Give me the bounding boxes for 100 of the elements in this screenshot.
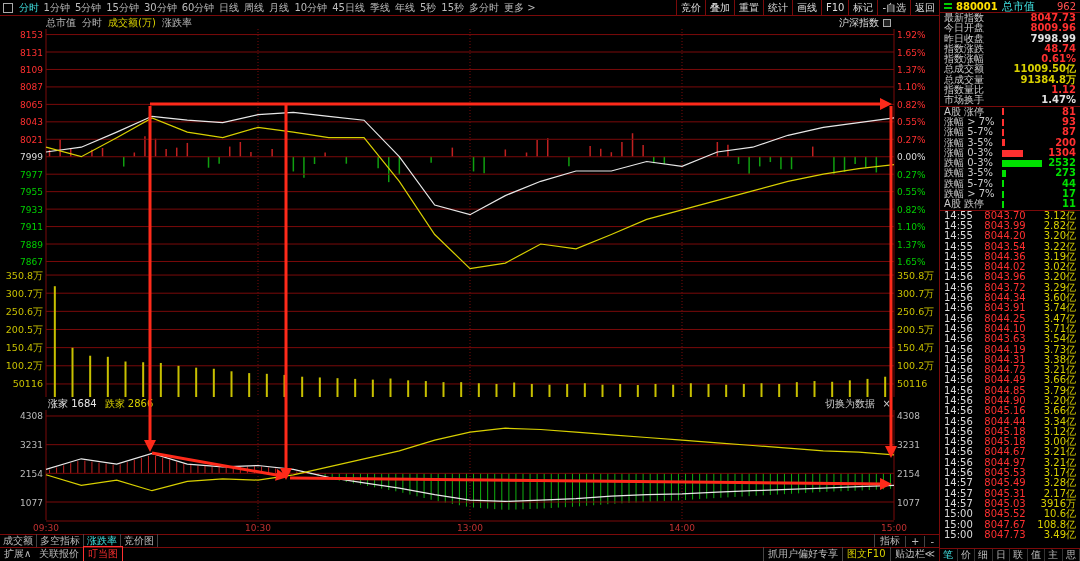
volume-bar <box>884 376 887 397</box>
volume-bar <box>230 371 233 397</box>
period-tab[interactable]: 5秒 <box>417 0 439 15</box>
tick-price: 8044.67 <box>983 447 1027 458</box>
status-button[interactable]: 抓用户偏好专享 <box>763 547 843 561</box>
period-tab[interactable]: 月线 <box>266 0 292 15</box>
axis-label: 7933 <box>20 204 43 215</box>
chart-tab[interactable]: 成交额(万) <box>108 15 156 30</box>
axis-label: 7955 <box>20 187 43 198</box>
panel-tab[interactable]: 值 <box>1027 549 1045 561</box>
toolbar-button[interactable]: 统计 <box>762 0 792 15</box>
axis-label: 0.00% <box>897 152 926 163</box>
tick-amount: 108.8亿 <box>1037 519 1076 530</box>
toolbar-button[interactable]: F10 <box>820 0 849 15</box>
panel-tab[interactable]: 细 <box>975 549 993 561</box>
axis-label: 100.2万 <box>897 360 935 372</box>
period-tab[interactable]: 5分钟 <box>72 0 104 15</box>
axis-label: 300.7万 <box>5 287 43 299</box>
panel-tab[interactable]: 日 <box>992 549 1010 561</box>
period-tab[interactable]: 1分钟 <box>41 0 73 15</box>
tick-price: 8043.99 <box>983 220 1027 231</box>
status-button[interactable]: 叮当图 <box>83 546 124 561</box>
toolbar-button[interactable]: 画线 <box>791 0 821 15</box>
panel-tab[interactable]: 价 <box>957 549 975 561</box>
volume-bar <box>195 367 198 397</box>
toolbar-button[interactable]: 重置 <box>733 0 763 15</box>
period-tab[interactable]: 多分时 <box>466 0 502 15</box>
tick-amount: 3.28亿 <box>1043 478 1076 489</box>
tick-amount: 3916万 <box>1040 498 1076 510</box>
panel-tab[interactable]: 笔 <box>940 549 958 561</box>
chart-tab[interactable]: 总市值 <box>46 15 76 30</box>
volume-bar <box>159 362 162 397</box>
period-tab[interactable]: 季线 <box>367 0 393 15</box>
tick-amount: 3.73亿 <box>1043 344 1076 355</box>
tick-amount: 2.82亿 <box>1043 220 1076 232</box>
volume-bar <box>583 383 586 397</box>
panel-tab[interactable]: 联 <box>1010 549 1028 561</box>
indicator-button[interactable]: 指标 <box>874 534 905 548</box>
range-label: 跌幅 > 7% <box>944 189 996 200</box>
tick-price: 8044.31 <box>983 354 1027 365</box>
status-button[interactable]: 关联报价 <box>35 547 84 561</box>
axis-label: 350.8万 <box>897 271 935 281</box>
axis-label: 3231 <box>20 440 43 451</box>
volume-bar <box>866 378 869 397</box>
period-tab[interactable]: 更多 > <box>501 0 539 15</box>
indicator-tab[interactable]: 多空指标 <box>37 534 84 548</box>
window-icon[interactable] <box>3 2 13 13</box>
status-button[interactable]: 扩展∧ <box>0 547 36 561</box>
range-count: 200 <box>1055 137 1076 148</box>
axis-label: 7889 <box>20 239 43 250</box>
period-tab[interactable]: 15分钟 <box>103 0 142 15</box>
axis-label: 150.4万 <box>5 342 43 354</box>
chart-tab[interactable]: 涨跌率 <box>161 15 192 30</box>
period-tab[interactable]: 30分钟 <box>141 0 180 15</box>
status-button[interactable]: 图文F10 <box>842 547 890 561</box>
volume-bar <box>336 378 339 397</box>
period-tab[interactable]: 年线 <box>392 0 418 15</box>
tick-amount: 3.12亿 <box>1043 210 1076 221</box>
axis-label: 8087 <box>20 82 43 93</box>
tick-price: 8045.18 <box>983 437 1027 448</box>
period-tab[interactable]: 分时 <box>16 0 41 15</box>
tick-amount: 3.66亿 <box>1043 375 1076 386</box>
period-tab[interactable]: 45日线 <box>329 0 368 15</box>
axis-label: 1.10% <box>897 222 926 233</box>
chart-tab[interactable]: 分时 <box>82 15 102 30</box>
period-tab[interactable]: 周线 <box>241 0 267 15</box>
tick-amount: 3.38亿 <box>1043 354 1076 366</box>
indicator-tab[interactable]: 竞价图 <box>121 534 158 548</box>
period-tab[interactable]: 15秒 <box>438 0 467 15</box>
toolbar-button[interactable]: 返回 <box>910 0 939 15</box>
tick-time: 14:56 <box>944 416 974 427</box>
index-checkbox[interactable] <box>883 18 891 27</box>
indicator-button[interactable]: + <box>905 535 925 547</box>
range-label: 跌幅 0-3% <box>944 158 994 169</box>
toolbar-button[interactable]: 叠加 <box>704 0 734 15</box>
tick-amount: 3.54亿 <box>1043 334 1076 345</box>
period-tab[interactable]: 日线 <box>216 0 242 15</box>
tick-amount: 3.19亿 <box>1043 251 1076 263</box>
volume-bar <box>89 355 92 397</box>
range-count: 1304 <box>1048 147 1076 158</box>
volume-bar <box>106 356 109 397</box>
status-button[interactable]: 贴边栏≪ <box>889 547 939 561</box>
panel-tab[interactable]: 思 <box>1062 549 1080 561</box>
switch-button[interactable]: 切换为数据 <box>824 396 875 411</box>
panel-tab[interactable]: 主 <box>1045 549 1063 561</box>
tick-amount: 3.00亿 <box>1043 437 1076 448</box>
volume-bar <box>548 384 551 397</box>
range-count: 17 <box>1062 189 1076 200</box>
menu-icon[interactable] <box>944 3 952 9</box>
period-tab[interactable]: 10分钟 <box>291 0 330 15</box>
indicator-tab[interactable]: 成交额 <box>0 534 37 548</box>
indicator-tab[interactable]: 涨跌率 <box>84 534 121 548</box>
toolbar-button[interactable]: 竞价 <box>675 0 705 15</box>
axis-label: 150.4万 <box>897 342 935 354</box>
tick-time: 15:00 <box>944 519 974 530</box>
range-label: A股 跌停 <box>944 199 986 210</box>
toolbar-button[interactable]: 标记 <box>848 0 878 15</box>
toolbar-button[interactable]: -自选 <box>877 0 910 15</box>
period-tab[interactable]: 60分钟 <box>179 0 217 15</box>
indicator-button[interactable]: - <box>924 535 939 547</box>
